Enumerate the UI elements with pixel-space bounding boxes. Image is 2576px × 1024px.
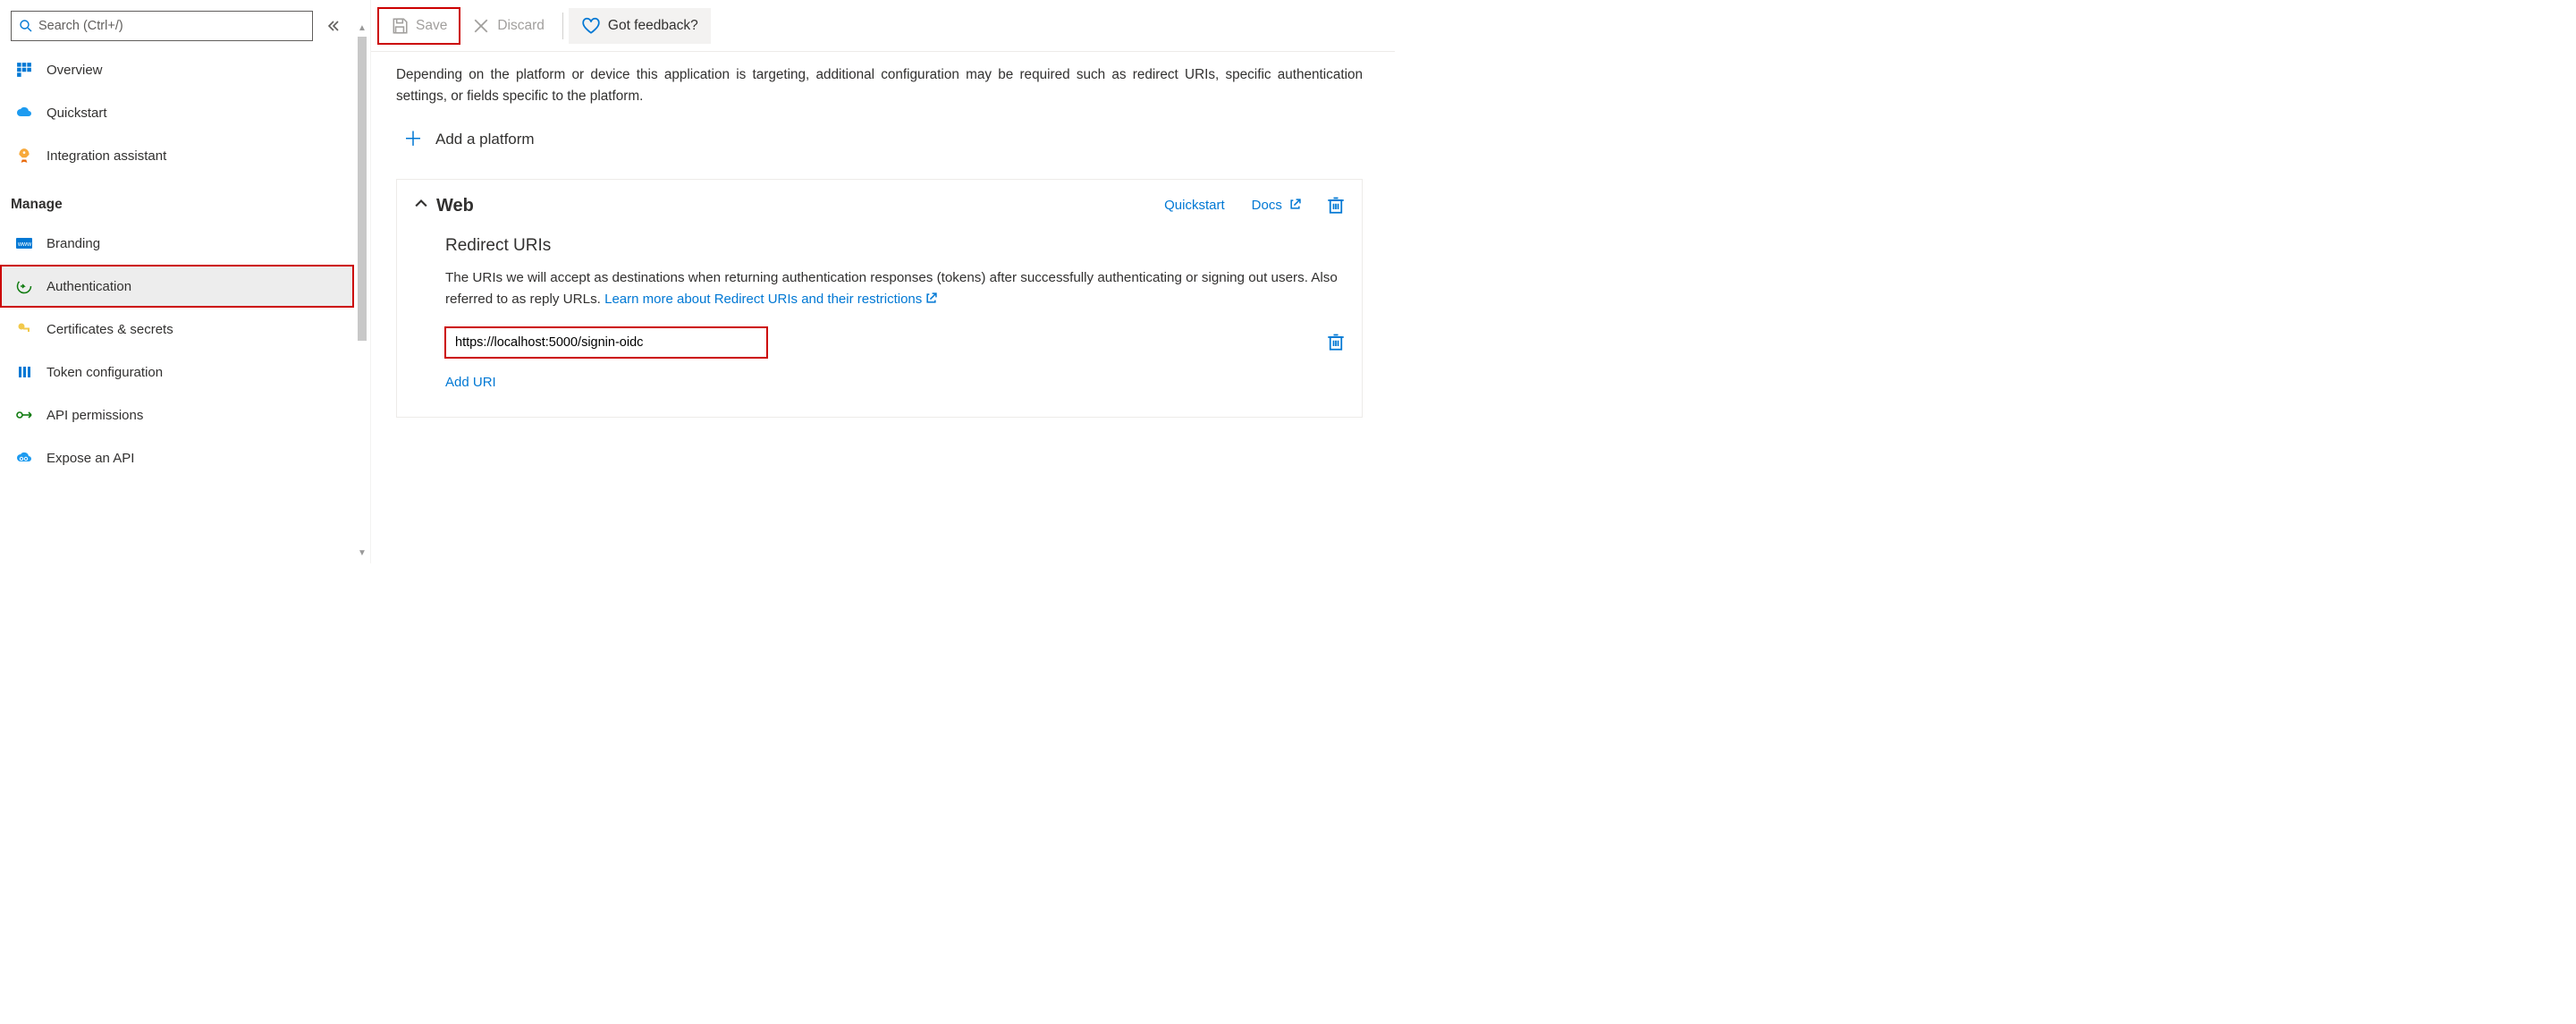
platform-card-web: Web Quickstart Docs [396,179,1363,418]
plus-icon: ＋ [403,124,423,155]
sidebar-item-expose-api[interactable]: Expose an API [0,436,354,479]
sidebar-item-api-permissions[interactable]: API permissions [0,394,354,436]
svg-text:www: www [17,241,32,248]
external-link-icon [925,292,937,304]
sidebar-item-token-configuration[interactable]: Token configuration [0,351,354,394]
card-title: Web [436,192,474,220]
sidebar-item-label: Certificates & secrets [46,322,173,337]
authentication-icon [14,276,34,296]
search-placeholder: Search (Ctrl+/) [38,19,123,33]
sidebar-item-label: Quickstart [46,106,107,121]
rocket-icon [14,146,34,165]
learn-more-redirect-link[interactable]: Learn more about Redirect URIs and their… [604,292,937,307]
quickstart-link[interactable]: Quickstart [1164,195,1225,216]
sidebar-item-integration-assistant[interactable]: Integration assistant [0,134,354,177]
external-link-icon [1289,199,1301,210]
sidebar-item-branding[interactable]: www Branding [0,222,354,265]
sidebar: Search (Ctrl+/) Overview Quickstart [0,0,354,563]
sidebar-item-label: API permissions [46,408,143,423]
cloud-icon [14,103,34,123]
feedback-button[interactable]: Got feedback? [569,8,711,44]
discard-icon [472,17,490,35]
main-content: Save Discard Got feedback? Depending on … [370,0,1395,563]
scroll-down-arrow: ▼ [358,548,367,558]
feedback-button-label: Got feedback? [608,18,698,34]
key-icon [14,319,34,339]
redirect-uri-input[interactable] [445,327,767,358]
docs-link[interactable]: Docs [1252,195,1301,216]
sidebar-item-label: Branding [46,236,100,251]
delete-uri-button[interactable] [1328,333,1344,352]
expose-api-icon [14,448,34,468]
redirect-uris-heading: Redirect URIs [445,233,1344,258]
sidebar-item-label: Authentication [46,279,131,294]
branding-icon: www [14,233,34,253]
discard-button[interactable]: Discard [460,8,557,44]
search-input[interactable]: Search (Ctrl+/) [11,11,313,41]
scroll-up-arrow: ▲ [358,23,367,33]
sidebar-item-certificates-secrets[interactable]: Certificates & secrets [0,308,354,351]
save-button-label: Save [416,18,447,34]
delete-platform-button[interactable] [1328,196,1344,216]
scroll-thumb[interactable] [358,37,367,341]
redirect-uris-description: The URIs we will accept as destinations … [445,267,1344,309]
api-permissions-icon [14,405,34,425]
save-button[interactable]: Save [378,8,460,44]
sidebar-item-overview[interactable]: Overview [0,48,354,91]
heart-icon [581,16,601,36]
sidebar-item-label: Token configuration [46,365,163,380]
sidebar-item-authentication[interactable]: Authentication [0,265,354,308]
toolbar: Save Discard Got feedback? [371,0,1395,52]
sidebar-item-label: Integration assistant [46,148,166,164]
add-uri-button[interactable]: Add URI [445,375,496,390]
discard-button-label: Discard [497,18,545,34]
token-icon [14,362,34,382]
section-header-manage: Manage [0,177,354,222]
add-platform-label: Add a platform [435,128,535,151]
sidebar-scrollbar[interactable]: ▲ ▼ [354,0,370,563]
add-platform-button[interactable]: ＋ Add a platform [403,124,1363,155]
overview-icon [14,60,34,80]
toolbar-divider [562,13,563,39]
collapse-sidebar-button[interactable] [324,16,343,36]
sidebar-item-quickstart[interactable]: Quickstart [0,91,354,134]
search-icon [19,19,33,33]
platform-intro-text: Depending on the platform or device this… [396,64,1363,106]
save-icon [391,17,409,35]
sidebar-item-label: Expose an API [46,451,134,466]
sidebar-item-label: Overview [46,63,103,78]
chevron-up-icon[interactable] [415,199,427,212]
